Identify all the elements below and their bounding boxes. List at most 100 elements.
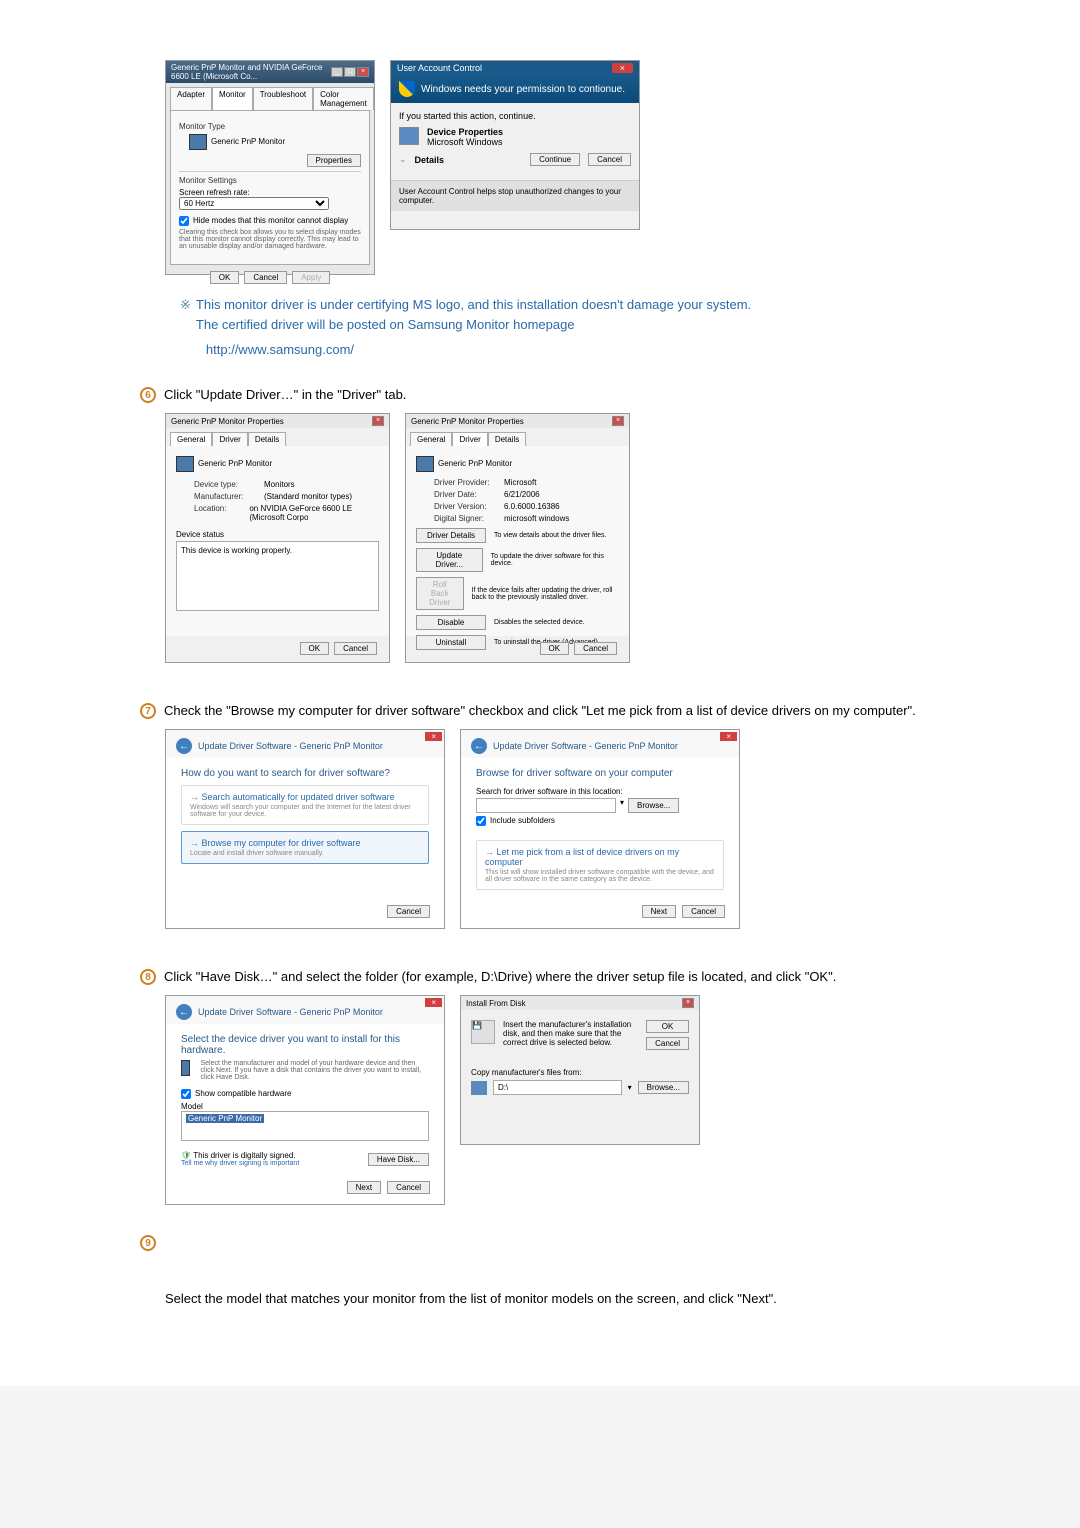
next-button[interactable]: Next xyxy=(642,905,676,918)
close-button[interactable]: × xyxy=(372,416,384,426)
browse-button[interactable]: Browse... xyxy=(638,1081,689,1094)
ok-button[interactable]: OK xyxy=(300,642,330,655)
update-driver-button[interactable]: Update Driver... xyxy=(416,548,483,572)
wizard-heading: How do you want to search for driver sof… xyxy=(181,768,429,779)
wizard-crumb: Update Driver Software - Generic PnP Mon… xyxy=(493,741,678,751)
cancel-button[interactable]: Cancel xyxy=(574,642,617,655)
compatible-checkbox[interactable] xyxy=(181,1089,191,1099)
hide-modes-note: Clearing this check box allows you to se… xyxy=(179,229,361,250)
driver-details-button[interactable]: Driver Details xyxy=(416,528,486,543)
cancel-button[interactable]: Cancel xyxy=(334,642,377,655)
step-badge-7: 7 xyxy=(140,703,156,719)
dialog-title: Generic PnP Monitor Properties xyxy=(171,417,284,426)
wizard-heading: Select the device driver you want to ins… xyxy=(181,1034,429,1056)
disable-button[interactable]: Disable xyxy=(416,615,486,630)
option-pick-from-list[interactable]: → Let me pick from a list of device driv… xyxy=(476,840,724,890)
signing-link[interactable]: Tell me why driver signing is important xyxy=(181,1160,299,1167)
dialog-title: Install From Disk xyxy=(466,999,526,1008)
hide-modes-checkbox[interactable] xyxy=(179,216,189,226)
ok-button[interactable]: OK xyxy=(646,1020,689,1033)
close-button[interactable]: × xyxy=(357,67,369,77)
settings-label: Monitor Settings xyxy=(179,176,361,185)
model-label: Model xyxy=(181,1102,429,1111)
tab-details[interactable]: Details xyxy=(488,432,526,446)
option-search-auto[interactable]: → Search automatically for updated drive… xyxy=(181,785,429,825)
wizard-heading: Browse for driver software on your compu… xyxy=(476,768,724,779)
cancel-button[interactable]: Cancel xyxy=(646,1037,689,1050)
status-box: This device is working properly. xyxy=(176,541,379,611)
ok-button[interactable]: OK xyxy=(210,271,240,284)
cancel-button[interactable]: Cancel xyxy=(387,1181,430,1194)
back-button[interactable]: ← xyxy=(471,738,487,754)
device-name: Generic PnP Monitor xyxy=(438,459,512,468)
properties-button[interactable]: Properties xyxy=(307,154,361,167)
back-button[interactable]: ← xyxy=(176,738,192,754)
tab-monitor[interactable]: Monitor xyxy=(212,87,253,110)
model-list[interactable]: Generic PnP Monitor xyxy=(181,1111,429,1141)
disk-icon: 💾 xyxy=(471,1020,495,1044)
step7-text: Check the "Browse my computer for driver… xyxy=(164,703,916,718)
disk-msg: Insert the manufacturer's installation d… xyxy=(503,1020,638,1050)
signed-icon: 🛡 xyxy=(181,1151,193,1160)
have-disk-button[interactable]: Have Disk... xyxy=(368,1153,429,1166)
continue-button[interactable]: Continue xyxy=(530,153,580,166)
browse-button[interactable]: Browse... xyxy=(628,798,679,813)
monitor-icon xyxy=(416,456,434,472)
close-button[interactable]: × xyxy=(425,998,442,1007)
tab-troubleshoot[interactable]: Troubleshoot xyxy=(253,87,313,110)
minimize-button[interactable]: _ xyxy=(331,67,343,77)
note-marker-icon: ※ xyxy=(180,297,191,313)
browse-driver-wizard: × ← Update Driver Software - Generic PnP… xyxy=(460,729,740,929)
tab-driver[interactable]: Driver xyxy=(452,432,487,446)
tab-color[interactable]: Color Management xyxy=(313,87,374,110)
samsung-link[interactable]: http://www.samsung.com/ xyxy=(206,342,751,357)
monitor-type-label: Monitor Type xyxy=(179,122,361,131)
search-driver-wizard: × ← Update Driver Software - Generic PnP… xyxy=(165,729,445,929)
path-input[interactable] xyxy=(493,1080,622,1095)
search-label: Search for driver software in this locat… xyxy=(476,787,724,796)
monitor-icon xyxy=(176,456,194,472)
wizard-crumb: Update Driver Software - Generic PnP Mon… xyxy=(198,1007,383,1017)
close-button[interactable]: × xyxy=(612,416,624,426)
monitor-properties-dialog: Generic PnP Monitor and NVIDIA GeForce 6… xyxy=(165,60,375,275)
cancel-button[interactable]: Cancel xyxy=(244,271,287,284)
note-line1: This monitor driver is under certifying … xyxy=(196,297,751,312)
uac-title: User Account Control xyxy=(397,63,482,73)
driver-properties-dialog: Generic PnP Monitor Properties × General… xyxy=(405,413,630,663)
step-badge-8: 8 xyxy=(140,969,156,985)
uac-cancel-button[interactable]: Cancel xyxy=(588,153,631,166)
option-browse-computer[interactable]: → Browse my computer for driver software… xyxy=(181,831,429,864)
ok-button[interactable]: OK xyxy=(540,642,570,655)
step-badge-9: 9 xyxy=(140,1235,156,1251)
uac-close-button[interactable]: × xyxy=(612,63,633,73)
details-toggle[interactable]: Details xyxy=(415,155,523,165)
certification-note: ※ This monitor driver is under certifyin… xyxy=(180,295,940,357)
uninstall-button[interactable]: Uninstall xyxy=(416,635,486,650)
location-input[interactable] xyxy=(476,798,616,813)
back-button[interactable]: ← xyxy=(176,1004,192,1020)
next-button[interactable]: Next xyxy=(347,1181,381,1194)
cancel-button[interactable]: Cancel xyxy=(387,905,430,918)
refresh-rate-select[interactable]: 60 Hertz xyxy=(179,197,329,210)
rollback-button[interactable]: Roll Back Driver xyxy=(416,577,464,610)
close-button[interactable]: × xyxy=(720,732,737,741)
monitor-icon xyxy=(181,1060,190,1076)
drive-icon xyxy=(471,1081,487,1095)
uac-dialog: User Account Control × Windows needs you… xyxy=(390,60,640,230)
cancel-button[interactable]: Cancel xyxy=(682,905,725,918)
include-subfolders-checkbox[interactable] xyxy=(476,816,486,826)
maximize-button[interactable]: □ xyxy=(344,67,356,77)
uac-started-label: If you started this action, continue. xyxy=(399,111,631,121)
apply-button[interactable]: Apply xyxy=(292,271,330,284)
tab-general[interactable]: General xyxy=(410,432,452,446)
tab-driver[interactable]: Driver xyxy=(212,432,247,446)
tab-details[interactable]: Details xyxy=(248,432,286,446)
device-icon xyxy=(399,127,419,145)
close-button[interactable]: × xyxy=(682,998,694,1008)
step9-text: Select the model that matches your monit… xyxy=(165,1291,940,1306)
close-button[interactable]: × xyxy=(425,732,442,741)
tab-adapter[interactable]: Adapter xyxy=(170,87,212,110)
chevron-down-icon[interactable]: ⌄ xyxy=(399,154,407,165)
tab-general[interactable]: General xyxy=(170,432,212,446)
refresh-label: Screen refresh rate: xyxy=(179,188,361,197)
